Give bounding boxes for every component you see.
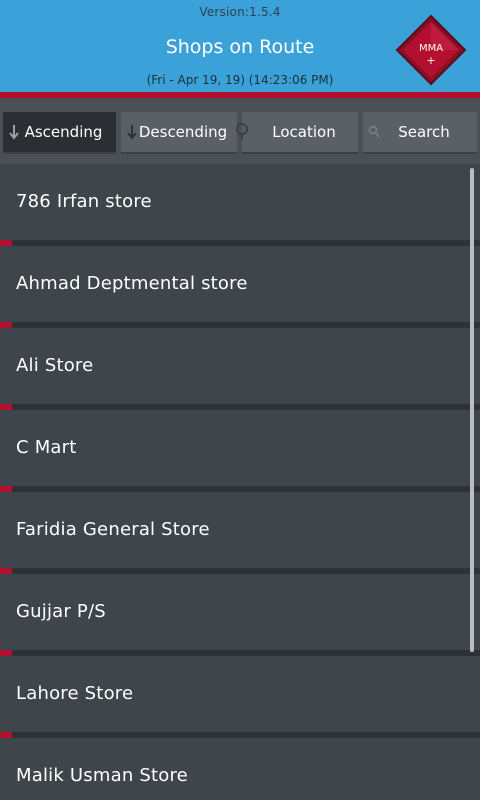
shop-name: C Mart bbox=[16, 437, 77, 458]
tab-search[interactable]: Search bbox=[363, 112, 477, 154]
list-item[interactable]: Malik Usman Store bbox=[0, 738, 480, 800]
shop-name: Ali Store bbox=[16, 355, 94, 376]
list-item[interactable]: Ali Store bbox=[0, 328, 480, 410]
tab-label: Ascending bbox=[24, 123, 103, 141]
shop-name: Lahore Store bbox=[16, 683, 134, 704]
app-logo[interactable]: MMA + bbox=[395, 14, 467, 86]
tab-label: Descending bbox=[138, 123, 228, 141]
app-header: Version:1.5.4 Shops on Route (Fri - Apr … bbox=[0, 0, 480, 92]
list-item[interactable]: Ahmad Deptmental store bbox=[0, 246, 480, 328]
shop-name: Ahmad Deptmental store bbox=[16, 273, 248, 294]
list-item[interactable]: Lahore Store bbox=[0, 656, 480, 738]
list-item[interactable]: Faridia General Store bbox=[0, 492, 480, 574]
tab-location[interactable]: Location bbox=[236, 112, 358, 154]
tab-label: Location bbox=[272, 123, 336, 141]
location-pin-icon bbox=[236, 123, 248, 140]
shop-name: Gujjar P/S bbox=[16, 601, 106, 622]
logo-text: MMA bbox=[419, 43, 443, 54]
arrow-down-icon bbox=[9, 125, 19, 140]
shop-name: Faridia General Store bbox=[16, 519, 210, 540]
logo-plus: + bbox=[426, 54, 435, 67]
list-item[interactable]: 786 Irfan store bbox=[0, 164, 480, 246]
list-scrollbar[interactable] bbox=[470, 168, 474, 652]
tab-ascending[interactable]: Ascending bbox=[3, 112, 116, 154]
sort-tab-bar: Ascending Descending Location Search bbox=[0, 98, 480, 164]
arrow-down-icon bbox=[127, 125, 137, 140]
tab-label: Search bbox=[398, 123, 450, 141]
shop-list: 786 Irfan store Ahmad Deptmental store A… bbox=[0, 164, 480, 800]
shop-name: Malik Usman Store bbox=[16, 765, 188, 786]
search-icon bbox=[368, 125, 380, 138]
shop-name: 786 Irfan store bbox=[16, 191, 152, 212]
tab-descending[interactable]: Descending bbox=[121, 112, 237, 154]
list-item[interactable]: Gujjar P/S bbox=[0, 574, 480, 656]
list-item[interactable]: C Mart bbox=[0, 410, 480, 492]
